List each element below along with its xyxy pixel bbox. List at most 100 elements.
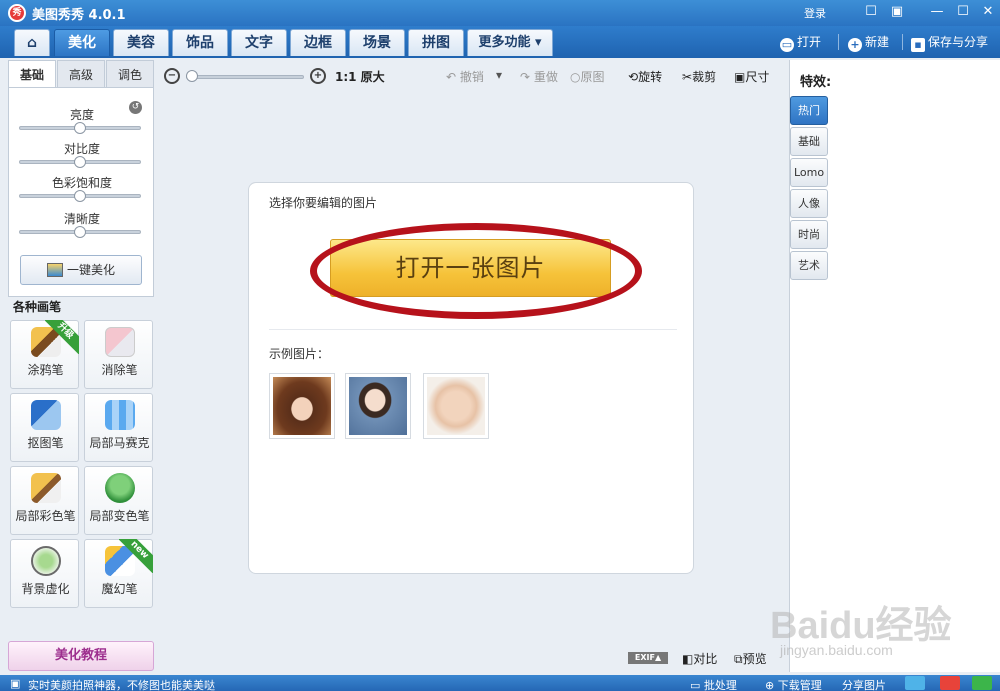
brush-label: 局部彩色笔 <box>15 509 76 523</box>
tab-scene[interactable]: 场景 <box>349 29 405 56</box>
beautify-tutorial-button[interactable]: 美化教程 <box>8 641 154 671</box>
login-link[interactable]: 登录 <box>804 5 826 21</box>
brush-label: 消除笔 <box>101 363 138 377</box>
example-image[interactable] <box>345 373 411 439</box>
share-weibo-icon[interactable] <box>940 676 960 690</box>
tab-beauty[interactable]: 美容 <box>113 29 169 56</box>
open-image-button[interactable]: 打开一张图片 <box>330 239 611 297</box>
effects-title: 特效: <box>800 75 832 90</box>
actual-size-button[interactable]: 1:1 原大 <box>335 68 385 85</box>
brush-label: 背景虚化 <box>21 582 70 596</box>
open-button[interactable]: ▭ 打开 <box>780 33 821 52</box>
undo-button[interactable]: ↶ 撤销 <box>446 68 484 85</box>
resize-label: 尺寸 <box>745 70 770 84</box>
effects-tab-art[interactable]: 艺术 <box>790 251 828 280</box>
saturation-slider[interactable] <box>19 190 141 202</box>
tab-text[interactable]: 文字 <box>231 29 287 56</box>
effects-tab-hot[interactable]: 热门 <box>790 96 828 125</box>
tab-beautify[interactable]: 美化 <box>54 29 110 56</box>
brush-recolor[interactable]: 局部变色笔 <box>84 466 153 535</box>
effects-tab-lomo[interactable]: Lomo <box>790 158 828 187</box>
home-icon[interactable]: ⌂ <box>14 29 50 56</box>
example-image[interactable] <box>423 373 489 439</box>
one-key-beautify-button[interactable]: 一键美化 <box>20 255 142 285</box>
message-icon[interactable]: ☐ <box>862 3 880 21</box>
exif-button[interactable]: EXIF▲ <box>628 652 668 664</box>
main-tab-bar: ⌂ 美化 美容 饰品 文字 边框 场景 拼图 更多功能 ▾ ▭ 打开 + 新建 ▪ 保… <box>0 26 1000 58</box>
zoom-slider[interactable] <box>186 75 304 79</box>
resize-button[interactable]: ▣尺寸 <box>734 68 769 85</box>
brush-magic[interactable]: new 魔幻笔 <box>84 539 153 608</box>
rotate-button[interactable]: ⟲旋转 <box>628 68 662 85</box>
tab-more-features[interactable]: 更多功能 ▾ <box>467 29 553 56</box>
zoom-slider-knob[interactable] <box>186 70 198 82</box>
app-logo-icon: 秀 <box>8 4 26 22</box>
share-more-icon[interactable] <box>972 676 992 690</box>
maximize-button[interactable]: ☐ <box>954 3 972 21</box>
compare-icon: ◧ <box>682 652 694 666</box>
slider-knob[interactable] <box>74 190 86 202</box>
download-manager-button[interactable]: ⊕ 下载管理 <box>765 677 822 691</box>
upgrade-badge: 升级 <box>45 320 79 354</box>
save-icon: ▪ <box>911 38 925 52</box>
new-button[interactable]: + 新建 <box>848 33 889 52</box>
effects-tab-portrait[interactable]: 人像 <box>790 189 828 218</box>
compare-button[interactable]: ◧对比 <box>682 650 717 667</box>
crop-button[interactable]: ✂裁剪 <box>682 68 716 85</box>
example-photo-1 <box>273 377 331 435</box>
original-button[interactable]: ○原图 <box>570 68 605 85</box>
zoom-in-icon[interactable]: + <box>310 68 326 84</box>
new-label: 新建 <box>865 35 890 49</box>
brush-eraser[interactable]: 消除笔 <box>84 320 153 389</box>
skin-icon[interactable]: ▣ <box>888 3 906 21</box>
close-button[interactable]: ✕ <box>979 3 997 21</box>
example-image[interactable] <box>269 373 335 439</box>
contrast-slider[interactable] <box>19 156 141 168</box>
scissors-icon: ✂ <box>682 70 693 84</box>
brush-doodle[interactable]: 升级 涂鸦笔 <box>10 320 79 389</box>
eraser-icon <box>105 327 135 357</box>
brushes-title: 各种画笔 <box>13 300 62 314</box>
undo-dropdown-icon[interactable]: ▾ <box>496 68 502 82</box>
effects-tab-fashion[interactable]: 时尚 <box>790 220 828 249</box>
redo-button[interactable]: ↷ 重做 <box>520 68 558 85</box>
preview-button[interactable]: ⧉预览 <box>734 650 767 667</box>
app-title: 美图秀秀 4.0.1 <box>32 8 126 23</box>
tab-frame[interactable]: 边框 <box>290 29 346 56</box>
zoom-out-icon[interactable]: − <box>164 68 180 84</box>
status-promo-link[interactable]: 实时美颜拍照神器，不修图也能美美哒 <box>28 677 215 691</box>
brush-label: 局部马赛克 <box>89 436 150 450</box>
slider-knob[interactable] <box>74 122 86 134</box>
minimize-button[interactable]: — <box>928 3 946 21</box>
brush-color[interactable]: 局部彩色笔 <box>10 466 79 535</box>
slider-knob[interactable] <box>74 226 86 238</box>
effects-tab-basic[interactable]: 基础 <box>790 127 828 156</box>
save-share-button[interactable]: ▪ 保存与分享 <box>911 33 988 52</box>
divider <box>902 34 903 50</box>
brush-blur-background[interactable]: 背景虚化 <box>10 539 79 608</box>
beautify-icon <box>46 263 63 277</box>
crop-label: 裁剪 <box>692 70 717 84</box>
share-qzone-icon[interactable] <box>905 676 925 690</box>
subtab-basic[interactable]: 基础 <box>8 60 56 88</box>
tab-collage[interactable]: 拼图 <box>408 29 464 56</box>
brightness-label: 亮度 <box>69 108 94 122</box>
brush-cutout[interactable]: 抠图笔 <box>10 393 79 462</box>
plus-icon: + <box>848 38 862 52</box>
sharpness-slider[interactable] <box>19 226 141 238</box>
original-icon: ○ <box>570 70 581 84</box>
brush-mosaic[interactable]: 局部马赛克 <box>84 393 153 462</box>
brush-label: 魔幻笔 <box>101 582 138 596</box>
tab-accessories[interactable]: 饰品 <box>172 29 228 56</box>
new-badge: new <box>119 539 153 573</box>
rotate-icon: ⟲ <box>628 70 639 84</box>
brightness-slider[interactable] <box>19 122 141 134</box>
left-panel: 基础 高级 调色 ↺ 亮度 对比度 色彩饱和度 清晰度 一键美化 各种画笔 升级… <box>8 60 154 672</box>
share-image-label: 分享图片 <box>842 679 886 691</box>
one-key-label: 一键美化 <box>66 263 115 277</box>
subtab-advanced[interactable]: 高级 <box>57 60 105 88</box>
batch-button[interactable]: ▭ 批处理 <box>690 677 737 691</box>
slider-knob[interactable] <box>74 156 86 168</box>
divider <box>838 34 839 50</box>
subtab-color[interactable]: 调色 <box>106 60 154 88</box>
